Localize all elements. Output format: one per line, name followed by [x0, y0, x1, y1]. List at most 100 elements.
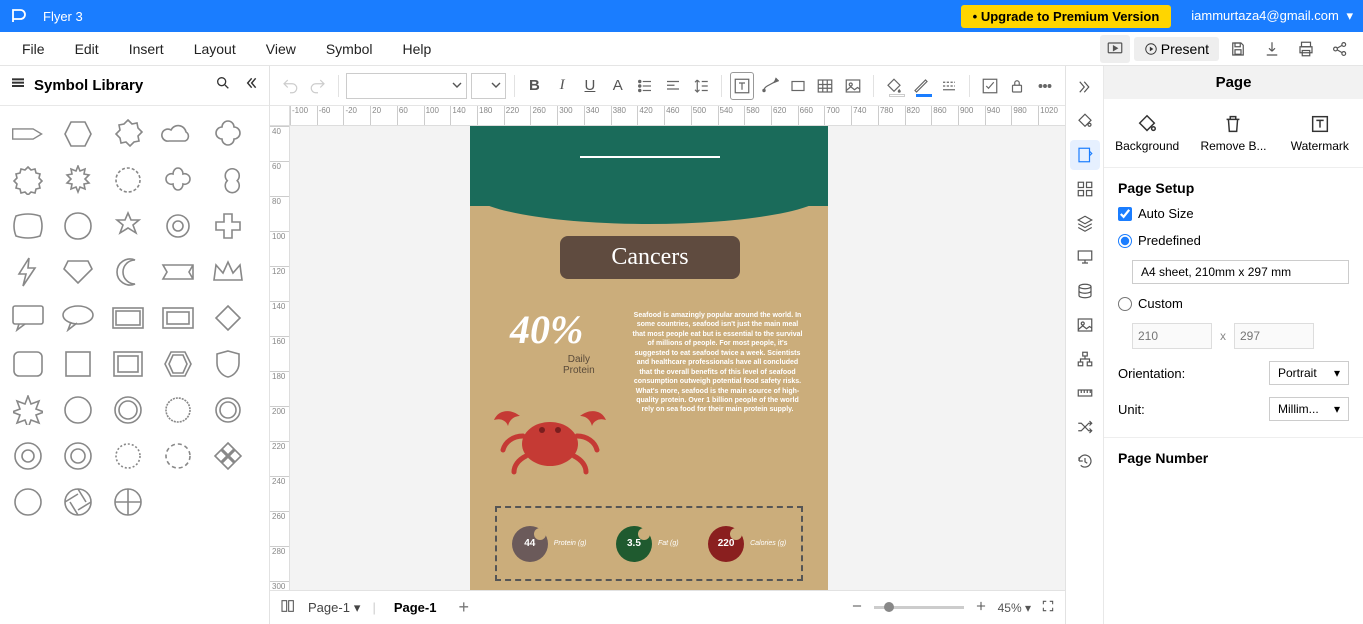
predefined-radio[interactable]	[1118, 234, 1132, 248]
zoom-slider[interactable]	[874, 606, 964, 609]
underline-button[interactable]: U	[578, 72, 602, 100]
predefined-size-select[interactable]: A4 sheet, 210mm x 297 mm	[1132, 260, 1349, 284]
shape-arrow[interactable]	[6, 114, 50, 154]
fill-color-button[interactable]	[882, 72, 906, 100]
download-icon[interactable]	[1257, 35, 1287, 63]
body-paragraph[interactable]: Seafood is amazingly popular around the …	[630, 311, 805, 415]
shape-shield[interactable]	[206, 344, 250, 384]
shape-moon[interactable]	[106, 252, 150, 292]
user-email-menu[interactable]: iammurtaza4@gmail.com ▾	[1191, 8, 1353, 24]
page-dropdown[interactable]: Page-1 ▾	[308, 600, 360, 616]
unit-select[interactable]: Millim...▾	[1269, 397, 1349, 421]
canvas-area[interactable]: -100-60-20206010014018022026030034038042…	[270, 106, 1065, 590]
shape-crown[interactable]	[206, 252, 250, 292]
picture-icon[interactable]	[1070, 310, 1100, 340]
custom-radio[interactable]	[1118, 297, 1132, 311]
shape-ribbon[interactable]	[156, 252, 200, 292]
print-icon[interactable]	[1291, 35, 1321, 63]
shape-empty1[interactable]	[156, 482, 200, 522]
shape-plus[interactable]	[206, 206, 250, 246]
table-button[interactable]	[813, 72, 837, 100]
zoom-value[interactable]: 45% ▾	[998, 601, 1031, 615]
shape-star8[interactable]	[6, 390, 50, 430]
shape-diamond[interactable]	[56, 252, 100, 292]
shape-sketch-circ1[interactable]	[156, 390, 200, 430]
shape-hex2[interactable]	[156, 344, 200, 384]
shape-gearring[interactable]	[106, 436, 150, 476]
checkbox-marker-icon[interactable]	[978, 72, 1002, 100]
shape-diamond4[interactable]	[206, 436, 250, 476]
expand-panel-icon[interactable]	[1070, 72, 1100, 102]
shape-quadrant[interactable]	[106, 482, 150, 522]
shape-speech1[interactable]	[6, 298, 50, 338]
shape-donut1[interactable]	[6, 436, 50, 476]
menu-insert[interactable]: Insert	[115, 35, 178, 63]
menu-layout[interactable]: Layout	[180, 35, 250, 63]
font-color-button[interactable]: A	[606, 72, 630, 100]
page-tab-1[interactable]: Page-1	[388, 596, 443, 619]
align-button[interactable]	[661, 72, 685, 100]
shape-cloud[interactable]	[156, 114, 200, 154]
crab-icon[interactable]	[490, 386, 610, 476]
menu-help[interactable]: Help	[389, 35, 446, 63]
auto-size-checkbox[interactable]	[1118, 207, 1132, 221]
italic-button[interactable]: I	[550, 72, 574, 100]
shape-roundrect[interactable]	[6, 344, 50, 384]
shuffle-icon[interactable]	[1070, 412, 1100, 442]
sitemap-icon[interactable]	[1070, 344, 1100, 374]
watermark-action[interactable]: Watermark	[1285, 113, 1355, 153]
shape-rhombus[interactable]	[206, 298, 250, 338]
menu-edit[interactable]: Edit	[61, 35, 113, 63]
background-action[interactable]: Background	[1112, 113, 1182, 153]
presentation-icon[interactable]	[1070, 242, 1100, 272]
shape-square[interactable]	[56, 344, 100, 384]
daily-protein-label[interactable]: Daily Protein	[563, 354, 595, 376]
nutrition-box[interactable]: 44 Protein (g) 3.5 Fat (g) 220 Calories …	[495, 506, 803, 581]
share-icon[interactable]	[1325, 35, 1355, 63]
menu-file[interactable]: File	[8, 35, 59, 63]
nutri-fat[interactable]: 3.5 Fat (g)	[616, 526, 679, 562]
shape-seal8[interactable]	[106, 114, 150, 154]
collapse-icon[interactable]	[243, 75, 259, 96]
search-icon[interactable]	[215, 75, 231, 96]
connector-button[interactable]	[758, 72, 782, 100]
font-family-select[interactable]	[346, 73, 467, 99]
shape-gear[interactable]	[156, 206, 200, 246]
page-list-icon[interactable]	[280, 598, 296, 617]
line-color-button[interactable]	[909, 72, 933, 100]
shape-flower4[interactable]	[206, 160, 250, 200]
more-button[interactable]	[1033, 72, 1057, 100]
shape-speech2[interactable]	[56, 298, 100, 338]
bullet-list-button[interactable]	[634, 72, 658, 100]
percent-text[interactable]: 40%	[510, 306, 583, 353]
shape-dashedring[interactable]	[156, 436, 200, 476]
line-style-button[interactable]	[937, 72, 961, 100]
shape-quatrefoil[interactable]	[206, 114, 250, 154]
ruler-icon[interactable]	[1070, 378, 1100, 408]
menu-symbol[interactable]: Symbol	[312, 35, 387, 63]
rect-tool-button[interactable]	[786, 72, 810, 100]
nutri-calories[interactable]: 220 Calories (g)	[708, 526, 786, 562]
shape-pillow[interactable]	[6, 206, 50, 246]
upgrade-button[interactable]: Upgrade to Premium Version	[961, 5, 1172, 28]
save-icon[interactable]	[1223, 35, 1253, 63]
nutri-protein[interactable]: 44 Protein (g)	[512, 526, 587, 562]
shape-circle[interactable]	[6, 482, 50, 522]
layers-icon[interactable]	[1070, 208, 1100, 238]
orientation-select[interactable]: Portrait▾	[1269, 361, 1349, 385]
remove-bg-action[interactable]: Remove B...	[1198, 113, 1268, 153]
zoom-in-button[interactable]	[974, 599, 988, 616]
grid-icon[interactable]	[1070, 174, 1100, 204]
lock-button[interactable]	[1006, 72, 1030, 100]
shape-star6[interactable]	[106, 206, 150, 246]
undo-button[interactable]	[278, 72, 302, 100]
shape-donut2[interactable]	[56, 436, 100, 476]
data-icon[interactable]	[1070, 276, 1100, 306]
fullscreen-icon[interactable]	[1041, 599, 1055, 616]
section-title[interactable]: Cancers	[560, 236, 740, 279]
page-flyer[interactable]: Cancers 40% Daily Protein Seafood is ama…	[470, 126, 828, 590]
shape-burst[interactable]	[56, 160, 100, 200]
image-button[interactable]	[841, 72, 865, 100]
font-size-select[interactable]	[471, 73, 506, 99]
shape-bevel[interactable]	[106, 344, 150, 384]
